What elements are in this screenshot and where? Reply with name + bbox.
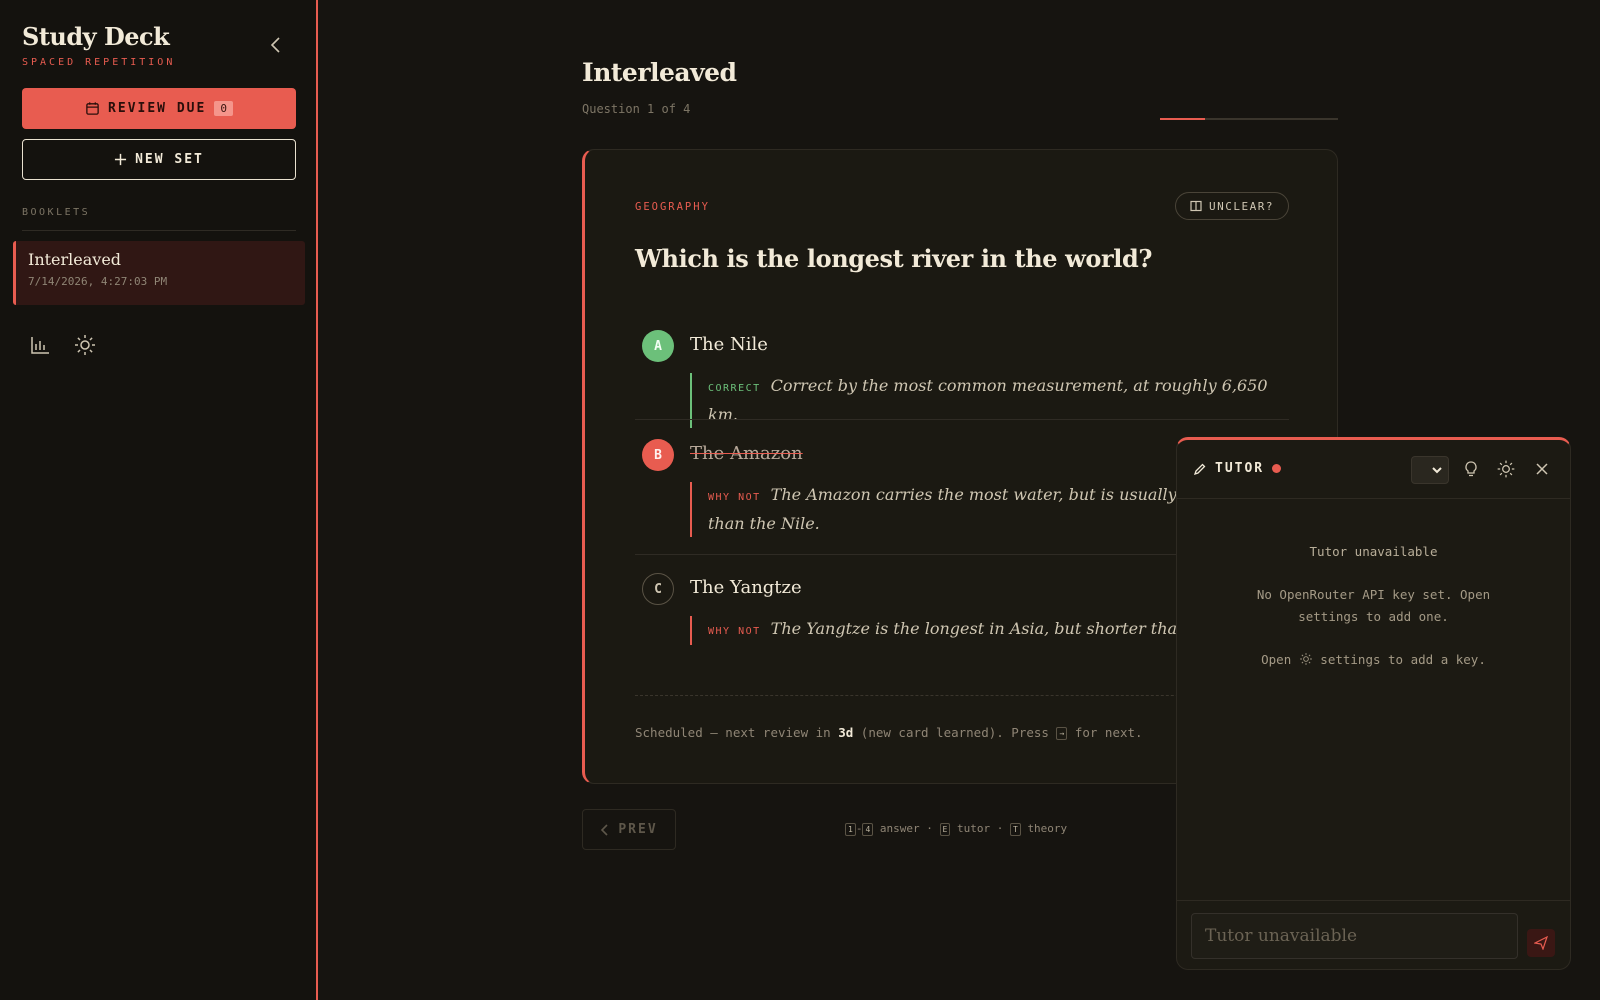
new-set-button[interactable]: NEW SET [22,139,296,180]
lightbulb-icon [1465,461,1477,477]
close-icon [1536,463,1548,475]
option-explanation: WHY NOT The Amazon carries the most water… [690,482,1252,537]
booklet-item[interactable]: Interleaved 7/14/2026, 4:27:03 PM [13,241,305,305]
review-due-count: 0 [214,101,233,116]
bar-chart-icon [31,337,49,354]
plus-icon [115,153,127,166]
tutor-panel: TUTOR Tutor unavailable No OpenRouter AP… [1176,437,1571,970]
stats-button[interactable] [28,333,52,357]
prev-button[interactable]: PREV [582,809,676,850]
tutor-settings-button[interactable] [1496,459,1516,479]
hint-answer: answer [879,822,920,835]
chevron-left-icon [601,823,608,836]
question-counter: Question 1 of 4 [582,102,691,116]
unclear-button[interactable]: UNCLEAR? [1175,192,1289,220]
schedule-status: Scheduled — next review in 3d (new card … [635,725,1143,740]
status-dot [1272,464,1282,473]
tutor-unavailable-title: Tutor unavailable [1309,544,1438,559]
hint-button[interactable] [1461,459,1481,479]
key-hint: 1 [845,822,856,836]
progress-fill [1160,118,1205,120]
tutor-message: Tutor unavailable No OpenRouter API key … [1177,500,1570,671]
option-letter[interactable]: A [642,330,674,362]
why-not-tag: WHY NOT [708,626,761,637]
option-a[interactable]: A The Nile CORRECT Correct by the most co… [635,330,1289,428]
send-button[interactable] [1527,929,1555,957]
tutor-input[interactable]: Tutor unavailable [1191,913,1518,959]
hint-suffix: settings to add a key. [1312,652,1486,667]
why-not-tag: WHY NOT [708,492,761,503]
booklets-section-label: BOOKLETS [22,207,91,218]
next-key-hint: → [1056,727,1068,740]
brand-title: Study Deck [22,22,170,51]
explanation-text: Correct by the most common measurement, … [708,376,1268,424]
calendar-icon [86,102,99,115]
review-due-button[interactable]: REVIEW DUE 0 [22,88,296,129]
prev-label: PREV [618,822,658,837]
option-letter[interactable]: B [642,439,674,471]
option-letter[interactable]: C [642,573,674,605]
key-hint: 4 [862,822,874,836]
key-hint: E [939,822,951,836]
keyboard-hints: 1-4 answer · E tutor · T theory [845,822,1067,836]
sun-icon [1497,460,1515,478]
schedule-mid: (new card learned). Press [853,725,1057,740]
divider [635,419,1289,420]
theme-toggle-button[interactable] [73,333,97,357]
sun-icon [1299,653,1312,665]
tutor-input-row: Tutor unavailable [1177,900,1570,970]
question-text: Which is the longest river in the world? [635,244,1152,273]
progress-bar [1160,118,1338,120]
brand-subtitle: SPACED REPETITION [22,57,176,68]
hint-theory: theory [1027,822,1068,835]
option-label[interactable]: The Yangtze [690,577,802,598]
review-due-label: REVIEW DUE [108,101,207,116]
hint-tutor: tutor [956,822,991,835]
correct-tag: CORRECT [708,383,761,394]
sun-icon [75,335,95,355]
explanation-text-continued: than the Nile. [708,514,820,533]
booklet-date: 7/14/2026, 4:27:03 PM [28,275,168,288]
key-hint: T [1009,822,1021,836]
chevron-left-icon [270,37,280,53]
schedule-interval: 3d [838,725,854,740]
collapse-sidebar-button[interactable] [266,34,286,56]
page-title: Interleaved [582,58,737,87]
chevron-down-icon [1432,467,1442,474]
tutor-message-line: settings to add one. [1298,609,1449,624]
send-icon [1534,936,1548,950]
topic-label: GEOGRAPHY [635,201,710,213]
close-tutor-button[interactable] [1532,459,1552,479]
option-explanation: WHY NOT The Yangtze is the longest in Asi… [690,616,1257,645]
tutor-title-label: TUTOR [1215,461,1265,476]
tutor-message-line: No OpenRouter API key set. Open [1256,587,1491,602]
booklet-name: Interleaved [28,250,122,269]
pencil-icon [1193,463,1206,475]
tutor-settings-hint: Open settings to add a key. [1177,649,1570,671]
sidebar: Study Deck SPACED REPETITION REVIEW DUE … [0,0,318,1000]
tutor-header: TUTOR [1177,440,1570,499]
book-icon [1190,200,1202,212]
new-set-label: NEW SET [135,152,204,167]
option-label[interactable]: The Amazon [690,443,803,464]
divider [22,230,296,231]
model-select[interactable] [1411,456,1449,484]
schedule-prefix: Scheduled — next review in [635,725,839,740]
hint-prefix: Open [1261,652,1299,667]
unclear-label: UNCLEAR? [1209,199,1274,213]
schedule-suffix: for next. [1067,725,1143,740]
option-label[interactable]: The Nile [690,334,768,355]
tutor-title: TUTOR [1193,461,1282,476]
